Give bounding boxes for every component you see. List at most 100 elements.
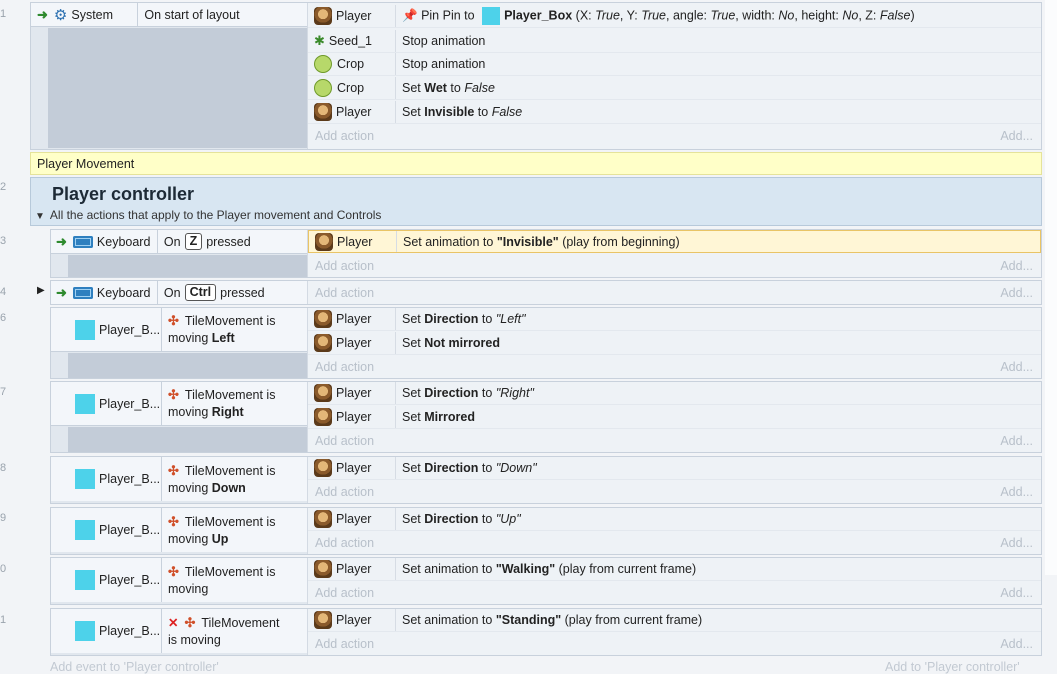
condition-tilemovement[interactable]: Player_B... ✣ TileMovement is moving Left — [51, 307, 307, 352]
add-action-row[interactable]: Add action Add... — [308, 532, 1041, 554]
scrollbar-thumb[interactable] — [1045, 0, 1057, 575]
expand-triangle-icon[interactable]: ▶ — [37, 285, 45, 296]
divider — [156, 281, 158, 304]
add-more-link[interactable]: Add... — [1000, 129, 1033, 143]
action-list-9[interactable]: Player Set Direction to "Up" Add action … — [307, 508, 1041, 554]
keyboard-icon — [72, 286, 93, 299]
action-row-selected[interactable]: Player Set animation to "Invisible" (pla… — [308, 230, 1041, 253]
action-target: Player_Box — [504, 8, 573, 23]
collapse-triangle-icon[interactable]: ▼ — [35, 211, 45, 222]
condition-tilemovement[interactable]: Player_B... ✣ TileMovement is moving Up — [51, 508, 307, 552]
player-icon — [314, 459, 332, 477]
condition-text: TileMovement is — [184, 388, 276, 402]
condition-tilemovement[interactable]: Player_B... ✣ TileMovement is moving Right — [51, 381, 307, 426]
action-row[interactable]: Player Set Mirrored — [308, 406, 1041, 429]
condition-tilemovement[interactable]: Player_B... ✣ TileMovement is moving — [51, 558, 307, 602]
action-row[interactable]: Player Set Not mirrored — [308, 332, 1041, 355]
action-object: Player — [337, 234, 373, 249]
add-action-link[interactable]: Add action — [315, 485, 374, 499]
condition-text: TileMovement is — [184, 564, 276, 579]
action-row[interactable]: Player 📌 Pin Pin to Player_Box (X: True,… — [308, 5, 1041, 28]
action-text: Set — [402, 81, 421, 95]
add-more-link[interactable]: Add... — [1000, 485, 1033, 499]
condition-text: On start of layout — [144, 7, 240, 22]
add-more-link[interactable]: Add... — [1000, 586, 1033, 600]
add-action-row[interactable]: Add action Add... — [308, 125, 1041, 147]
action-text: Set — [402, 410, 421, 424]
add-action-row[interactable]: Add action Add... — [308, 255, 1041, 277]
divider — [161, 307, 162, 352]
add-action-row[interactable]: Add action Add... — [308, 481, 1041, 503]
action-row[interactable]: Player Set Direction to "Right" — [308, 382, 1041, 405]
add-action-row[interactable]: Add action Add... — [308, 430, 1041, 452]
add-action-row[interactable]: Add action Add... — [308, 356, 1041, 378]
add-to-group-link[interactable]: Add to 'Player controller' — [885, 660, 1020, 674]
action-row[interactable]: ✱ Seed_1 Stop animation — [308, 30, 1041, 53]
player-icon — [314, 384, 332, 402]
action-param: Direction — [424, 512, 479, 526]
action-list-4[interactable]: Add action Add... — [307, 281, 1041, 304]
action-list-1[interactable]: Player 📌 Pin Pin to Player_Box (X: True,… — [307, 3, 1041, 149]
player-box-icon — [75, 621, 95, 641]
action-row[interactable]: Player Set Invisible to False — [308, 101, 1041, 124]
add-action-row[interactable]: Add action Add... — [308, 633, 1041, 655]
divider — [161, 558, 162, 602]
add-event-link[interactable]: Add event to 'Player controller' — [50, 660, 219, 674]
add-action-link[interactable]: Add action — [315, 129, 374, 143]
condition-keyboard-z[interactable]: ➜ Keyboard On Zpressed — [51, 229, 307, 254]
action-row[interactable]: Player Set Direction to "Up" — [308, 508, 1041, 531]
add-action-row[interactable]: Add action Add... — [308, 282, 1041, 304]
player-icon — [314, 7, 332, 25]
add-more-link[interactable]: Add... — [1000, 637, 1033, 651]
add-action-link[interactable]: Add action — [315, 360, 374, 374]
add-more-link[interactable]: Add... — [1000, 286, 1033, 300]
condition-text: TileMovement is — [184, 463, 276, 478]
condition-text: moving — [168, 531, 209, 546]
action-row[interactable]: Crop Stop animation — [308, 53, 1041, 76]
param-label: , width: — [735, 8, 775, 23]
condition-param: Right — [211, 405, 244, 419]
action-object: Player — [336, 386, 372, 400]
add-action-link[interactable]: Add action — [315, 259, 374, 273]
condition-param: Down — [211, 480, 246, 495]
add-action-link[interactable]: Add action — [315, 286, 374, 300]
action-row[interactable]: Player Set Direction to "Down" — [308, 457, 1041, 480]
condition-tilemovement-inverted[interactable]: Player_B... ✕ ✣ TileMovement is moving — [51, 609, 307, 653]
action-text: (play from current frame) — [564, 613, 703, 627]
action-text: Set animation to — [403, 234, 494, 249]
add-more-link[interactable]: Add... — [1000, 360, 1033, 374]
action-row[interactable]: Player Set animation to "Walking" (play … — [308, 558, 1041, 581]
comment-row[interactable]: Player Movement — [30, 152, 1042, 175]
condition-tilemovement[interactable]: Player_B... ✣ TileMovement is moving Down — [51, 457, 307, 501]
line-number: 3 — [0, 235, 7, 247]
action-list-10[interactable]: Player Set animation to "Walking" (play … — [307, 558, 1041, 604]
condition-filler — [68, 427, 307, 452]
add-more-link[interactable]: Add... — [1000, 434, 1033, 448]
action-row[interactable]: Player Set Direction to "Left" — [308, 308, 1041, 331]
action-list-11[interactable]: Player Set animation to "Standing" (play… — [307, 609, 1041, 655]
action-list-3[interactable]: Player Set animation to "Invisible" (pla… — [307, 230, 1041, 277]
add-more-link[interactable]: Add... — [1000, 259, 1033, 273]
crop-icon — [314, 55, 332, 73]
add-action-link[interactable]: Add action — [315, 536, 374, 550]
condition-filler — [48, 28, 307, 148]
action-param: "Walking" — [495, 562, 556, 576]
action-list-7[interactable]: Player Set Direction to "Right" Player S… — [307, 382, 1041, 452]
action-list-8[interactable]: Player Set Direction to "Down" Add actio… — [307, 457, 1041, 503]
add-action-row[interactable]: Add action Add... — [308, 582, 1041, 604]
group-header[interactable]: Player controller ▼ All the actions that … — [30, 177, 1042, 226]
condition-system[interactable]: ➜ ⚙ System On start of layout — [31, 2, 307, 27]
action-row[interactable]: Player Set animation to "Standing" (play… — [308, 609, 1041, 632]
add-action-link[interactable]: Add action — [315, 637, 374, 651]
add-more-link[interactable]: Add... — [1000, 536, 1033, 550]
param-z: False — [879, 8, 911, 23]
action-list-6[interactable]: Player Set Direction to "Left" Player Se… — [307, 308, 1041, 378]
condition-keyboard-ctrl[interactable]: ➜ Keyboard On Ctrl pressed — [51, 281, 307, 304]
add-action-link[interactable]: Add action — [315, 586, 374, 600]
action-text: Set — [402, 512, 421, 526]
add-action-link[interactable]: Add action — [315, 434, 374, 448]
action-text: Set animation to — [402, 613, 493, 627]
action-object: Player — [336, 105, 372, 119]
action-row[interactable]: Crop Set Wet to False — [308, 77, 1041, 100]
condition-text: is moving — [168, 632, 221, 647]
